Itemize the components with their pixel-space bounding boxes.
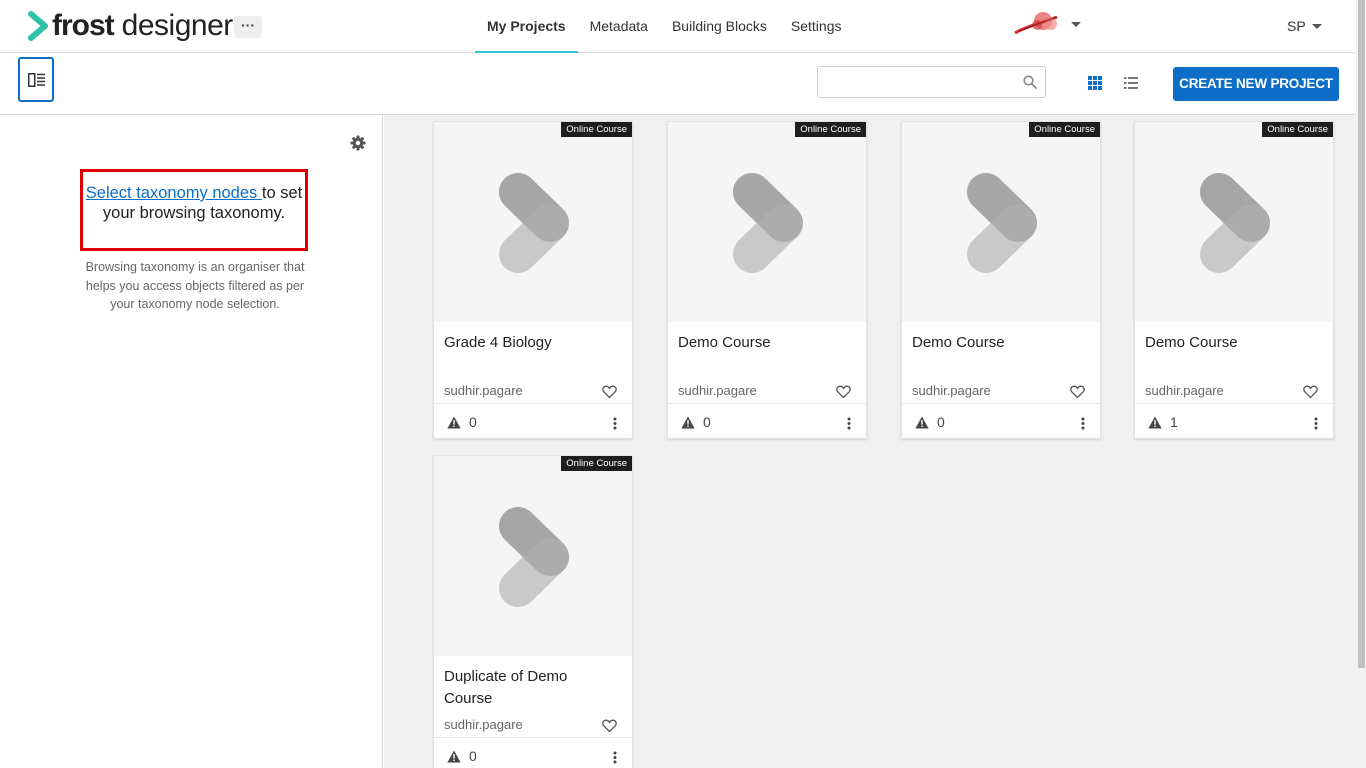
project-owner: sudhir.pagare [912,383,991,398]
warning-icon [1148,416,1162,429]
heart-icon[interactable] [602,385,617,399]
project-thumbnail[interactable]: Online Course [1135,122,1333,322]
main-nav-tabs: My Projects Metadata Building Blocks Set… [475,0,854,53]
card-footer: 0 [434,403,632,438]
project-title[interactable]: Grade 4 Biology [444,332,619,354]
browsing-taxonomy-panel: Select taxonomy nodes to set your browsi… [0,115,383,768]
user-initials: SP [1287,18,1306,34]
course-placeholder-icon [733,173,803,273]
project-card[interactable]: Online Course Demo Course sudhir.pagare … [667,121,867,439]
project-card[interactable]: Online Course Grade 4 Biology sudhir.pag… [433,121,633,439]
list-view-icon[interactable] [1123,75,1139,91]
heart-icon[interactable] [602,719,617,733]
project-thumbnail[interactable]: Online Course [434,122,632,322]
search-box [817,66,1046,98]
warning-count: 0 [469,414,477,430]
project-title[interactable]: Demo Course [912,332,1087,354]
warning-icon [447,416,461,429]
taxonomy-help-text: Browsing taxonomy is an organiser that h… [85,260,305,311]
grid-view-icon[interactable] [1087,75,1103,91]
org-switcher-caret-icon[interactable] [1071,22,1081,27]
project-thumbnail[interactable]: Online Course [902,122,1100,322]
card-footer: 1 [1135,403,1333,438]
organization-logo[interactable] [1013,11,1065,37]
tab-my-projects[interactable]: My Projects [475,0,578,53]
tab-settings[interactable]: Settings [779,0,854,53]
project-owner: sudhir.pagare [678,383,757,398]
projects-toolbar: CREATE NEW PROJECT [0,53,1356,115]
tab-building-blocks[interactable]: Building Blocks [660,0,779,53]
online-course-badge: Online Course [561,456,632,471]
project-owner: sudhir.pagare [444,717,523,732]
heart-icon[interactable] [1303,385,1318,399]
project-thumbnail[interactable]: Online Course [668,122,866,322]
warning-count: 0 [703,414,711,430]
top-navbar: frost designer ··· My Projects Metadata … [0,0,1356,53]
kebab-menu-icon[interactable] [613,417,617,430]
project-owner: sudhir.pagare [1145,383,1224,398]
course-placeholder-icon [499,507,569,607]
app-logo[interactable]: frost designer [28,9,233,43]
logo-text-frost: frost [52,9,115,42]
project-title[interactable]: Demo Course [1145,332,1320,354]
card-footer: 0 [668,403,866,438]
online-course-badge: Online Course [795,122,866,137]
side-panel-icon [28,73,45,87]
search-input[interactable] [818,67,1008,97]
heart-icon[interactable] [1070,385,1085,399]
toggle-side-panel-button[interactable] [18,57,54,102]
card-footer: 0 [902,403,1100,438]
warning-count: 1 [1170,414,1178,430]
warning-count: 0 [937,414,945,430]
gear-icon[interactable] [350,135,366,151]
project-grid: Online Course Grade 4 Biology sudhir.pag… [384,115,1356,768]
heart-icon[interactable] [836,385,851,399]
select-taxonomy-nodes-link[interactable]: Select taxonomy nodes [86,184,262,202]
project-thumbnail[interactable]: Online Course [434,456,632,656]
kebab-menu-icon[interactable] [847,417,851,430]
logo-text-designer: designer [121,9,234,42]
course-placeholder-icon [967,173,1037,273]
online-course-badge: Online Course [1262,122,1333,137]
page-scrollbar[interactable] [1356,0,1366,768]
more-options-button[interactable]: ··· [234,16,262,38]
online-course-badge: Online Course [561,122,632,137]
project-card[interactable]: Online Course Demo Course sudhir.pagare … [901,121,1101,439]
warning-icon [447,750,461,763]
course-placeholder-icon [499,173,569,273]
scrollbar-thumb[interactable] [1358,0,1365,668]
select-taxonomy-prompt: Select taxonomy nodes to set your browsi… [80,169,308,251]
warning-count: 0 [469,748,477,764]
create-new-project-button[interactable]: CREATE NEW PROJECT [1173,67,1339,101]
online-course-badge: Online Course [1029,122,1100,137]
card-footer: 0 [434,737,632,768]
project-owner: sudhir.pagare [444,383,523,398]
project-card[interactable]: Online Course Duplicate of Demo Course s… [433,455,633,768]
warning-icon [915,416,929,429]
course-placeholder-icon [1200,173,1270,273]
kebab-menu-icon[interactable] [1081,417,1085,430]
tab-metadata[interactable]: Metadata [578,0,660,53]
search-icon[interactable] [1023,75,1037,89]
project-title[interactable]: Duplicate of Demo Course [444,666,619,710]
project-title[interactable]: Demo Course [678,332,853,354]
chevron-right-icon [28,11,48,41]
chevron-down-icon [1311,23,1322,29]
project-card[interactable]: Online Course Demo Course sudhir.pagare … [1134,121,1334,439]
user-menu[interactable]: SP [1287,18,1322,34]
kebab-menu-icon[interactable] [1314,417,1318,430]
kebab-menu-icon[interactable] [613,751,617,764]
warning-icon [681,416,695,429]
